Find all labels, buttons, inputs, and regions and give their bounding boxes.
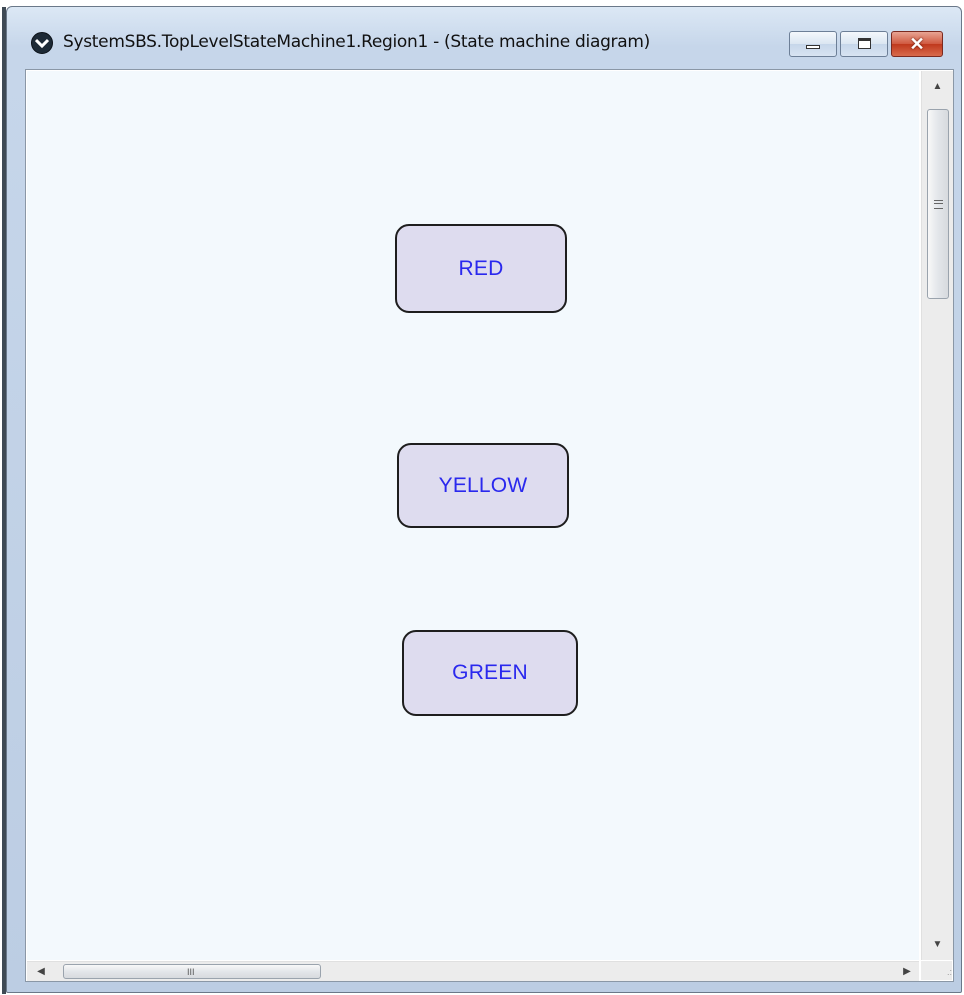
scroll-right-button[interactable]: ▶ bbox=[897, 962, 917, 981]
maximize-button[interactable] bbox=[840, 31, 888, 57]
state-label: GREEN bbox=[452, 661, 528, 684]
grip-text: III bbox=[187, 967, 195, 977]
horizontal-scrollbar[interactable]: ◀ III ▶ bbox=[27, 961, 919, 981]
minimize-button[interactable] bbox=[789, 31, 837, 57]
horizontal-scroll-thumb[interactable]: III bbox=[63, 964, 321, 979]
app-chevron-icon[interactable] bbox=[31, 32, 53, 54]
state-label: RED bbox=[458, 256, 504, 280]
vertical-scrollbar[interactable]: ▲ ▼ bbox=[921, 71, 953, 960]
window-title: SystemSBS.TopLevelStateMachine1.Region1 … bbox=[63, 32, 650, 52]
diagram-window: SystemSBS.TopLevelStateMachine1.Region1 … bbox=[2, 6, 962, 994]
state-label: YELLOW bbox=[438, 473, 528, 497]
scroll-left-button[interactable]: ◀ bbox=[31, 962, 51, 981]
state-red[interactable]: RED bbox=[395, 224, 567, 313]
state-green[interactable]: GREEN bbox=[402, 630, 578, 716]
scroll-up-button[interactable]: ▲ bbox=[922, 77, 953, 97]
title-bar[interactable]: SystemSBS.TopLevelStateMachine1.Region1 … bbox=[7, 7, 961, 69]
diagram-canvas[interactable]: RED YELLOW GREEN bbox=[27, 71, 919, 960]
resize-grip-icon[interactable]: .: bbox=[921, 961, 952, 980]
state-yellow[interactable]: YELLOW bbox=[397, 443, 569, 528]
grip-lines-icon bbox=[934, 200, 943, 209]
vertical-scroll-thumb[interactable] bbox=[927, 109, 949, 299]
minimize-icon bbox=[806, 45, 820, 49]
close-icon: ✕ bbox=[909, 34, 925, 54]
close-button[interactable]: ✕ bbox=[891, 31, 943, 57]
scroll-down-button[interactable]: ▼ bbox=[922, 935, 953, 955]
maximize-icon bbox=[858, 38, 871, 49]
diagram-viewport: RED YELLOW GREEN ▲ ▼ ◀ III ▶ .: bbox=[25, 69, 954, 982]
